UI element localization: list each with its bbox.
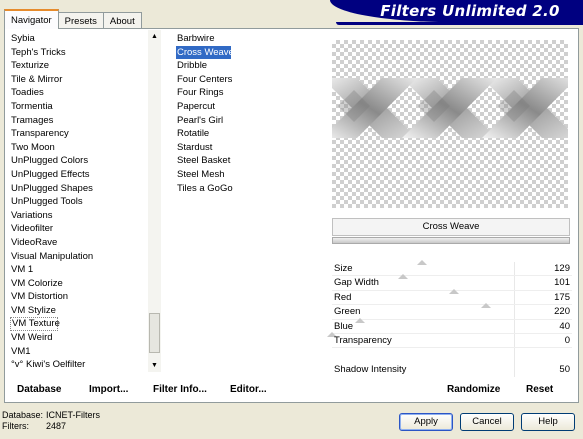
filter-item[interactable]: Tiles a GoGo bbox=[176, 182, 316, 196]
category-item[interactable]: Toadies bbox=[10, 86, 148, 100]
editor-label: Editor... bbox=[230, 384, 267, 395]
category-item[interactable]: VM 1 bbox=[10, 263, 148, 277]
category-item[interactable]: Teph's Tricks bbox=[10, 46, 148, 60]
category-item[interactable]: VideoRave bbox=[10, 236, 148, 250]
status-info: Database: ICNET-Filters Filters: 2487 bbox=[2, 410, 100, 432]
cross-weave-preview-image bbox=[332, 78, 568, 138]
slider-thumb-icon[interactable] bbox=[355, 317, 365, 323]
slider-value: 175 bbox=[554, 291, 570, 303]
filter-info-label: Filter Info... bbox=[153, 384, 207, 395]
filter-name-display: Cross Weave bbox=[332, 218, 570, 236]
filter-item[interactable]: Papercut bbox=[176, 100, 316, 114]
scroll-up-arrow-icon[interactable]: ▲ bbox=[148, 30, 161, 43]
tab-presets[interactable]: Presets bbox=[57, 12, 104, 29]
import-label: Import... bbox=[89, 384, 129, 395]
filters-count: 2487 bbox=[46, 421, 67, 431]
category-item[interactable]: Transparency bbox=[10, 127, 148, 141]
preview-canvas bbox=[332, 40, 568, 208]
category-scrollbar[interactable]: ▲ ▼ bbox=[148, 30, 161, 372]
category-item[interactable]: UnPlugged Tools bbox=[10, 195, 148, 209]
category-item[interactable]: UnPlugged Colors bbox=[10, 154, 148, 168]
slider-thumb-icon[interactable] bbox=[417, 260, 427, 265]
category-item[interactable]: Tile & Mirror bbox=[10, 73, 148, 87]
filter-item[interactable]: Four Centers bbox=[176, 73, 316, 87]
category-item[interactable]: Variations bbox=[10, 209, 148, 223]
slider-value: 101 bbox=[554, 277, 570, 289]
filter-item[interactable]: Cross Weave bbox=[176, 45, 234, 60]
database-value: ICNET-Filters bbox=[46, 410, 100, 420]
scroll-thumb[interactable] bbox=[149, 313, 160, 353]
randomize-button[interactable]: Randomize bbox=[447, 384, 500, 395]
slider-label: Red bbox=[334, 291, 352, 303]
editor-button[interactable]: Editor... bbox=[230, 384, 267, 395]
category-item[interactable]: Tormentia bbox=[10, 100, 148, 114]
reset-label: Reset bbox=[526, 384, 554, 395]
slider-thumb-icon[interactable] bbox=[481, 303, 491, 309]
filter-item[interactable]: Barbwire bbox=[176, 32, 316, 46]
category-item[interactable]: VM Colorize bbox=[10, 277, 148, 291]
slider-size[interactable]: Size 129 bbox=[332, 260, 572, 277]
category-item[interactable]: Texturize bbox=[10, 59, 148, 73]
category-item[interactable]: VM1 bbox=[10, 345, 148, 359]
filter-info-button[interactable]: Filter Info... bbox=[153, 384, 207, 395]
slider-value: 0 bbox=[564, 334, 570, 346]
category-item[interactable]: Two Moon bbox=[10, 141, 148, 155]
filter-progress-bar bbox=[332, 237, 570, 244]
category-item[interactable]: Sybia bbox=[10, 32, 148, 46]
category-list[interactable]: Sybia Teph's Tricks Texturize Tile & Mirror… bbox=[10, 32, 148, 372]
randomize-label: Randomize bbox=[447, 384, 501, 395]
filter-controls: Size 129 Gap Width 101 Red 175 Green 220 Blue 40 T… bbox=[327, 260, 572, 349]
filters-key: Filters: bbox=[2, 421, 29, 431]
slider-red[interactable]: Red 175 bbox=[332, 288, 572, 306]
database-key: Database: bbox=[2, 410, 44, 420]
slider-green[interactable]: Green 220 bbox=[332, 303, 572, 320]
slider-blue[interactable]: Blue 40 bbox=[332, 317, 572, 334]
tab-bar: Navigator Presets About bbox=[4, 9, 142, 29]
slider-value: 129 bbox=[554, 263, 570, 274]
shadow-intensity-label: Shadow Intensity bbox=[334, 364, 407, 375]
help-button[interactable]: Help bbox=[521, 413, 575, 431]
category-item[interactable]: °v° Kiwi's Oelfilter bbox=[10, 358, 148, 372]
cancel-button[interactable]: Cancel bbox=[460, 413, 514, 431]
shadow-intensity-control[interactable]: Shadow Intensity 50 bbox=[332, 363, 572, 377]
tab-about[interactable]: About bbox=[102, 12, 142, 29]
slider-thumb-icon[interactable] bbox=[398, 274, 408, 280]
slider-label: Gap Width bbox=[334, 277, 379, 289]
banner-title: Filters Unlimited 2.0 bbox=[380, 2, 560, 20]
slider-label: Size bbox=[334, 263, 353, 274]
category-item[interactable]: VM Stylize bbox=[10, 304, 148, 318]
apply-button[interactable]: Apply bbox=[399, 413, 453, 431]
filter-item[interactable]: Pearl's Girl bbox=[176, 114, 316, 128]
shadow-intensity-value: 50 bbox=[559, 364, 570, 375]
database-label: Database bbox=[17, 384, 62, 395]
category-item[interactable]: VM Texture bbox=[10, 317, 60, 332]
filter-item[interactable]: Steel Mesh bbox=[176, 168, 316, 182]
filter-list[interactable]: Barbwire Cross Weave Dribble Four Centers Fo… bbox=[176, 32, 316, 195]
category-item[interactable]: UnPlugged Effects bbox=[10, 168, 148, 182]
category-item[interactable]: Videofilter bbox=[10, 222, 148, 236]
filter-item[interactable]: Steel Basket bbox=[176, 154, 316, 168]
import-button[interactable]: Import... bbox=[89, 384, 128, 395]
banner-stripe bbox=[336, 22, 583, 25]
tab-navigator[interactable]: Navigator bbox=[4, 9, 59, 29]
filter-item[interactable]: Rotatile bbox=[176, 127, 316, 141]
slider-value: 40 bbox=[559, 320, 570, 332]
slider-thumb-icon[interactable] bbox=[449, 288, 459, 294]
category-item[interactable]: VM Distortion bbox=[10, 290, 148, 304]
slider-label: Transparency bbox=[334, 334, 392, 346]
slider-value: 220 bbox=[554, 306, 570, 318]
database-button[interactable]: Database bbox=[17, 384, 61, 395]
filter-item[interactable]: Dribble bbox=[176, 59, 316, 73]
slider-transparency[interactable]: Transparency 0 bbox=[327, 331, 572, 349]
scroll-down-arrow-icon[interactable]: ▼ bbox=[148, 359, 161, 372]
reset-button[interactable]: Reset bbox=[526, 384, 553, 395]
category-item[interactable]: UnPlugged Shapes bbox=[10, 182, 148, 196]
category-item[interactable]: VM Weird bbox=[10, 331, 148, 345]
category-item[interactable]: Tramages bbox=[10, 114, 148, 128]
category-item[interactable]: Visual Manipulation bbox=[10, 250, 148, 264]
filter-item[interactable]: Four Rings bbox=[176, 86, 316, 100]
filter-item[interactable]: Stardust bbox=[176, 141, 316, 155]
